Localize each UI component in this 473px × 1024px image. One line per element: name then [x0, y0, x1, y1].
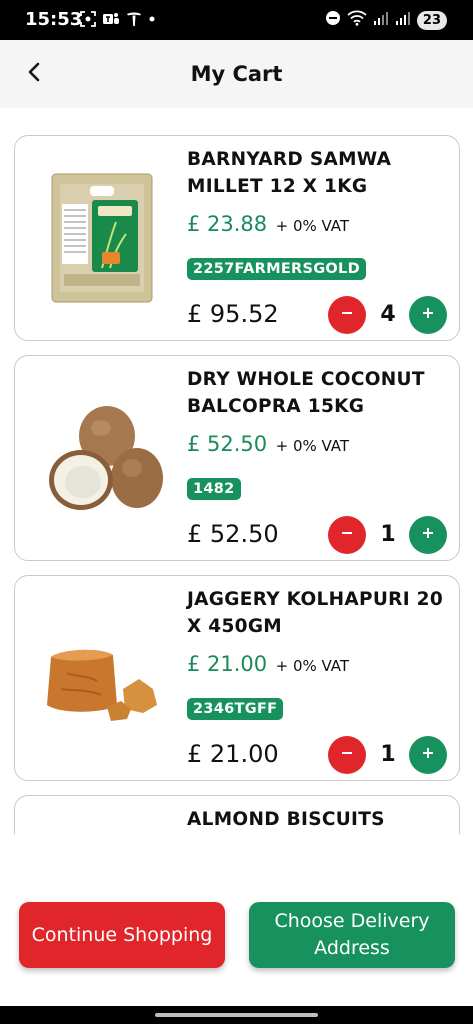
plus-icon: [421, 526, 435, 545]
increase-quantity-button[interactable]: [409, 296, 447, 334]
line-total: £ 21.00: [187, 740, 279, 768]
increase-quantity-button[interactable]: [409, 736, 447, 774]
minus-icon: [340, 526, 354, 545]
product-name[interactable]: ALMOND BISCUITS: [187, 806, 447, 833]
plus-icon: [421, 306, 435, 325]
cart-item[interactable]: ALMOND BISCUITS: [14, 795, 460, 834]
price-row: £ 52.50 + 0% VAT: [187, 432, 349, 456]
product-name[interactable]: BARNYARD SAMWA MILLET 12 X 1KG: [187, 146, 447, 200]
decrease-quantity-button[interactable]: [328, 516, 366, 554]
cart-item[interactable]: JAGGERY KOLHAPURI 20 X 450GM £ 21.00 + 0…: [14, 575, 460, 781]
vat-label: + 0% VAT: [275, 217, 350, 235]
cart-list[interactable]: BARNYARD SAMWA MILLET 12 X 1KG £ 23.88 +…: [0, 108, 473, 834]
minus-icon: [340, 746, 354, 765]
millet-bag-image: [37, 158, 167, 318]
bottom-action-bar: Continue Shopping Choose Delivery Addres…: [0, 880, 473, 990]
product-name[interactable]: DRY WHOLE COCONUT BALCOPRA 15KG: [187, 366, 447, 420]
wifi-icon: [347, 10, 367, 31]
price-row: £ 23.88 + 0% VAT: [187, 212, 349, 236]
minus-icon: [340, 306, 354, 325]
teams-icon: [102, 11, 120, 32]
product-code-badge: 1482: [187, 478, 241, 500]
unit-price: £ 52.50: [187, 432, 268, 456]
product-code-badge: 2346TGFF: [187, 698, 284, 720]
choose-delivery-address-button[interactable]: Choose Delivery Address: [249, 902, 455, 968]
line-total: £ 52.50: [187, 520, 279, 548]
dot-icon: [148, 11, 156, 32]
quantity-value: 1: [380, 522, 396, 547]
page-title: My Cart: [190, 62, 283, 86]
screenshot-icon: [80, 11, 96, 32]
unit-price: £ 21.00: [187, 652, 268, 676]
coconut-image: [37, 378, 167, 538]
product-name[interactable]: JAGGERY KOLHAPURI 20 X 450GM: [187, 586, 447, 640]
price-row: £ 21.00 + 0% VAT: [187, 652, 349, 676]
home-indicator[interactable]: [155, 1013, 318, 1017]
continue-shopping-button[interactable]: Continue Shopping: [19, 902, 225, 968]
line-total: £ 95.52: [187, 300, 279, 328]
signal-icon: [373, 10, 389, 31]
plus-icon: [421, 746, 435, 765]
jaggery-image: [37, 598, 167, 758]
decrease-quantity-button[interactable]: [328, 736, 366, 774]
cart-item[interactable]: BARNYARD SAMWA MILLET 12 X 1KG £ 23.88 +…: [14, 135, 460, 341]
status-right-icons: 23: [325, 10, 447, 31]
notification-count-badge: 23: [416, 11, 447, 30]
increase-quantity-button[interactable]: [409, 516, 447, 554]
unit-price: £ 23.88: [187, 212, 268, 236]
status-bar: 15:53 23: [0, 0, 473, 40]
tesla-icon: [126, 11, 142, 32]
system-nav-bar: [0, 1006, 473, 1024]
quantity-value: 1: [380, 742, 396, 767]
dnd-icon: [325, 10, 341, 31]
status-left-icons: [80, 11, 156, 32]
decrease-quantity-button[interactable]: [328, 296, 366, 334]
cart-item[interactable]: DRY WHOLE COCONUT BALCOPRA 15KG £ 52.50 …: [14, 355, 460, 561]
signal-icon: [395, 10, 411, 31]
status-time: 15:53: [25, 9, 83, 30]
vat-label: + 0% VAT: [275, 657, 350, 675]
product-code-badge: 2257FARMERSGOLD: [187, 258, 366, 280]
vat-label: + 0% VAT: [275, 437, 350, 455]
quantity-value: 4: [380, 302, 396, 327]
app-header: My Cart: [0, 40, 473, 108]
